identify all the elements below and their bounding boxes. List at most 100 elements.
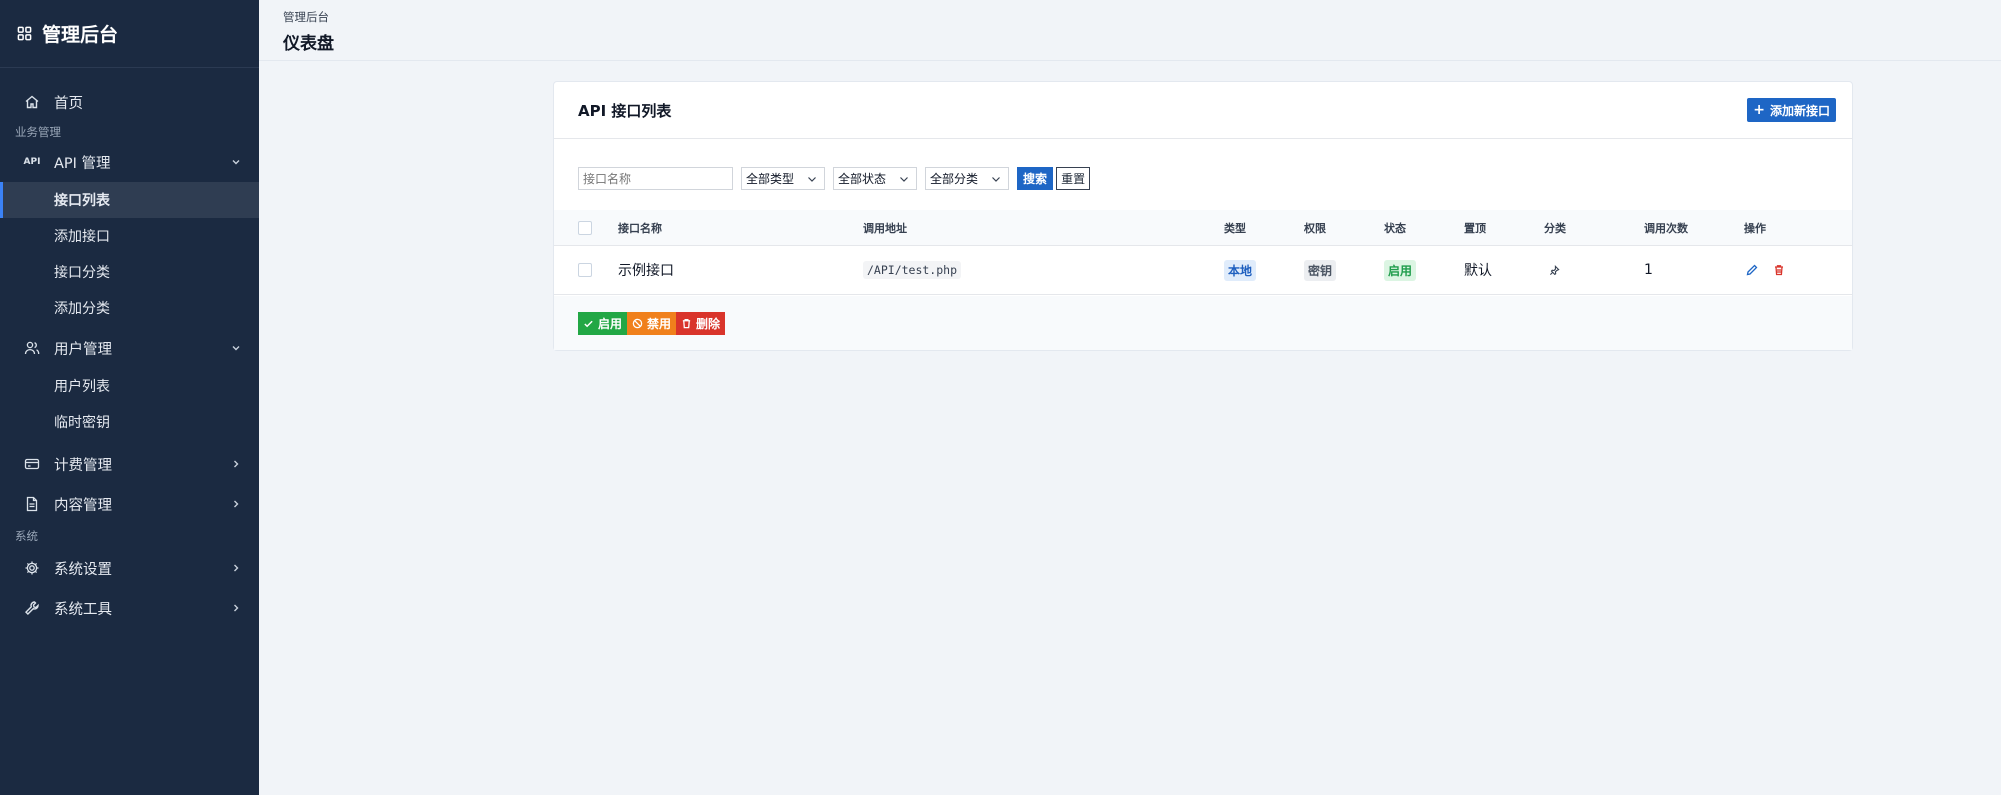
- sidebar-item-settings[interactable]: 系统设置: [0, 550, 259, 586]
- sidebar-item-api-list[interactable]: 接口列表: [0, 182, 259, 218]
- status-badge[interactable]: 启用: [1384, 259, 1417, 281]
- add-api-button-label: 添加新接口: [1769, 103, 1830, 118]
- status-select-value: 全部状态: [838, 172, 887, 186]
- row-checkbox[interactable]: [578, 263, 592, 277]
- chevron-right-icon: [234, 500, 239, 508]
- reset-button[interactable]: 重置: [1056, 167, 1091, 190]
- sidebar-item-tools[interactable]: 系统工具: [0, 590, 259, 626]
- check-icon: [584, 320, 593, 327]
- document-icon: [24, 496, 40, 512]
- col-auth[interactable]: 权限: [1304, 210, 1326, 245]
- row-url: /API/test.php: [863, 261, 962, 279]
- add-api-button[interactable]: + 添加新接口: [1747, 98, 1836, 122]
- trash-icon[interactable]: [1773, 264, 1785, 276]
- credit-card-icon: [24, 456, 40, 472]
- type-select[interactable]: 全部类型: [741, 167, 826, 190]
- sidebar-item-label: 计费管理: [54, 457, 112, 474]
- col-type[interactable]: 类型: [1224, 210, 1246, 245]
- filter-bar: 全部类型 全部状态 全部分类 搜索 重置: [554, 139, 1852, 201]
- sidebar-item-temp-keys[interactable]: 临时密钥: [0, 404, 259, 440]
- sidebar-item-label: API 管理: [54, 155, 111, 172]
- app-title: 管理后台: [42, 24, 119, 46]
- row-api-name: 示例接口: [618, 263, 674, 279]
- col-url[interactable]: 调用地址: [863, 210, 907, 245]
- sidebar-item-content[interactable]: 内容管理: [0, 486, 259, 522]
- ban-icon: [632, 318, 643, 328]
- chevron-down-icon: [232, 160, 240, 165]
- chevron-down-icon: [232, 346, 240, 351]
- card-header: API 接口列表 + 添加新接口: [554, 82, 1852, 139]
- sidebar-item-label: 内容管理: [54, 497, 112, 514]
- bulk-delete-button[interactable]: 删除: [676, 311, 726, 335]
- row-url-cell: /API/test.php: [863, 246, 962, 294]
- chevron-down-icon: [992, 176, 1000, 182]
- bulk-enable-label: 启用: [598, 316, 623, 331]
- breadcrumb[interactable]: 管理后台: [283, 9, 2001, 25]
- grid-icon: [17, 26, 32, 41]
- type-badge: 本地: [1224, 259, 1257, 281]
- sidebar-item-api-management[interactable]: API API 管理: [0, 146, 259, 178]
- sidebar-item-billing[interactable]: 计费管理: [0, 446, 259, 482]
- api-name-input[interactable]: [578, 167, 733, 190]
- bulk-enable-button[interactable]: 启用: [578, 311, 628, 335]
- card-title: API 接口列表: [578, 101, 672, 120]
- bulk-delete-label: 删除: [696, 316, 721, 331]
- sidebar-item-add-category[interactable]: 添加分类: [0, 290, 259, 326]
- col-calls[interactable]: 调用次数: [1644, 210, 1688, 245]
- page-header: 管理后台 仪表盘: [259, 0, 2001, 61]
- sidebar-item-label: 系统设置: [54, 561, 112, 578]
- bulk-actions: 启用 禁用 删除: [554, 296, 1852, 350]
- chevron-right-icon: [234, 460, 239, 468]
- table-row: 示例接口 /API/test.php 本地 密钥 启用 默认 1: [554, 246, 1852, 295]
- search-button[interactable]: 搜索: [1017, 167, 1054, 190]
- gear-icon: [24, 560, 40, 576]
- bulk-disable-label: 禁用: [647, 316, 672, 331]
- chevron-down-icon: [900, 176, 908, 182]
- chevron-down-icon: [808, 176, 816, 182]
- select-all-checkbox[interactable]: [578, 220, 592, 235]
- wrench-icon: [24, 600, 40, 616]
- row-category-cell: [1549, 246, 1560, 294]
- sidebar-item-label: 首页: [54, 95, 83, 112]
- sidebar-item-user-management[interactable]: 用户管理: [0, 332, 259, 364]
- col-name[interactable]: 接口名称: [618, 210, 662, 245]
- sidebar-item-label: 系统工具: [54, 601, 112, 618]
- status-select[interactable]: 全部状态: [833, 167, 918, 190]
- sidebar-item-label: 用户管理: [54, 341, 112, 358]
- api-icon: API: [23, 157, 41, 167]
- row-pin: 默认: [1464, 263, 1492, 279]
- row-select-cell: [578, 246, 592, 294]
- row-actions: [1746, 246, 1800, 294]
- api-list-card: API 接口列表 + 添加新接口 全部类型 全部状态 全部分类 搜索 重置 接口…: [553, 81, 1853, 351]
- col-actions: 操作: [1744, 221, 1766, 235]
- type-select-value: 全部类型: [746, 172, 795, 186]
- trash-icon: [682, 318, 691, 328]
- sidebar: 管理后台 首页 业务管理 API API 管理 接口列表 添加接口 接口分类 添…: [0, 0, 259, 795]
- row-status-cell: 启用: [1384, 246, 1417, 294]
- section-system: 系统: [15, 529, 38, 543]
- page-title: 仪表盘: [283, 34, 334, 54]
- sidebar-nav: 首页 业务管理 API API 管理 接口列表 添加接口 接口分类 添加分类 用…: [0, 68, 259, 626]
- sidebar-item-user-list[interactable]: 用户列表: [0, 368, 259, 404]
- table-header: 接口名称 调用地址 类型 权限 状态 置顶 分类 调用次数 操作: [554, 210, 1852, 246]
- col-status[interactable]: 状态: [1384, 210, 1406, 245]
- col-pin[interactable]: 置顶: [1464, 210, 1486, 245]
- edit-icon[interactable]: [1746, 264, 1758, 276]
- chevron-right-icon: [234, 604, 239, 612]
- select-all-cell: [578, 210, 592, 245]
- row-auth-cell: 密钥: [1304, 246, 1337, 294]
- category-select-value: 全部分类: [930, 172, 979, 186]
- bulk-disable-button[interactable]: 禁用: [627, 311, 677, 335]
- category-select[interactable]: 全部分类: [925, 167, 1010, 190]
- auth-badge: 密钥: [1304, 259, 1337, 281]
- sidebar-item-home[interactable]: 首页: [0, 86, 259, 118]
- brand: 管理后台: [0, 0, 259, 68]
- section-business: 业务管理: [15, 125, 61, 139]
- row-type-cell: 本地: [1224, 246, 1257, 294]
- pin-icon[interactable]: [1549, 264, 1560, 276]
- col-category[interactable]: 分类: [1544, 210, 1566, 245]
- sidebar-item-api-categories[interactable]: 接口分类: [0, 254, 259, 290]
- home-icon: [24, 94, 40, 110]
- sidebar-item-add-api[interactable]: 添加接口: [0, 218, 259, 254]
- users-icon: [24, 340, 40, 356]
